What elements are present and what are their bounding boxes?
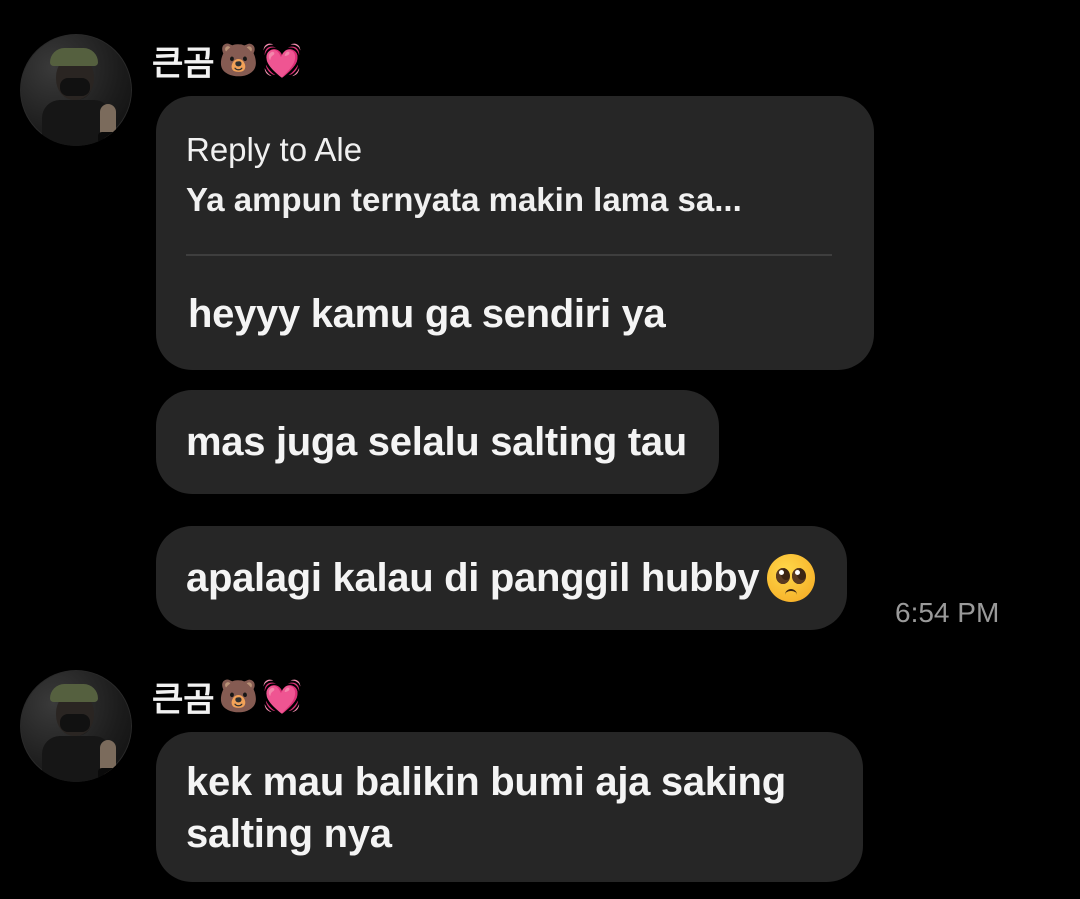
message-bubble-reply[interactable]: Reply to Ale Ya ampun ternyata makin lam… [156,96,874,370]
message-bubble[interactable]: mas juga selalu salting tau [156,390,719,494]
message-bubble[interactable]: kek mau balikin bumi aja saking salting … [156,732,863,882]
reply-label: Reply to Ale [186,131,363,168]
bear-emoji-icon: 🐻 [218,41,259,79]
pleading-face-icon [767,554,816,602]
message-text: mas juga selalu salting tau [186,420,687,464]
sender-name[interactable]: 큰곰 🐻 💓 [152,674,303,719]
message-text: heyyy kamu ga sendiri ya [188,292,666,336]
message-text: kek mau balikin bumi aja saking salting … [186,760,786,856]
sender-name[interactable]: 큰곰 🐻 💓 [152,38,303,83]
sender-name-text: 큰곰 [152,680,215,719]
reply-quote[interactable]: Ya ampun ternyata makin lama sa... [186,180,832,220]
message-bubble[interactable]: apalagi kalau di panggil hubby [156,526,848,630]
heart-emoji-icon: 💓 [262,677,303,715]
sender-avatar[interactable] [20,670,132,782]
bear-emoji-icon: 🐻 [218,677,259,715]
sender-avatar[interactable] [20,34,132,146]
message-text: apalagi kalau di panggil hubby [186,556,760,600]
sender-name-text: 큰곰 [152,44,215,83]
heart-emoji-icon: 💓 [262,41,303,79]
message-timestamp: 6:54 PM [895,597,1000,628]
reply-divider [186,254,832,256]
